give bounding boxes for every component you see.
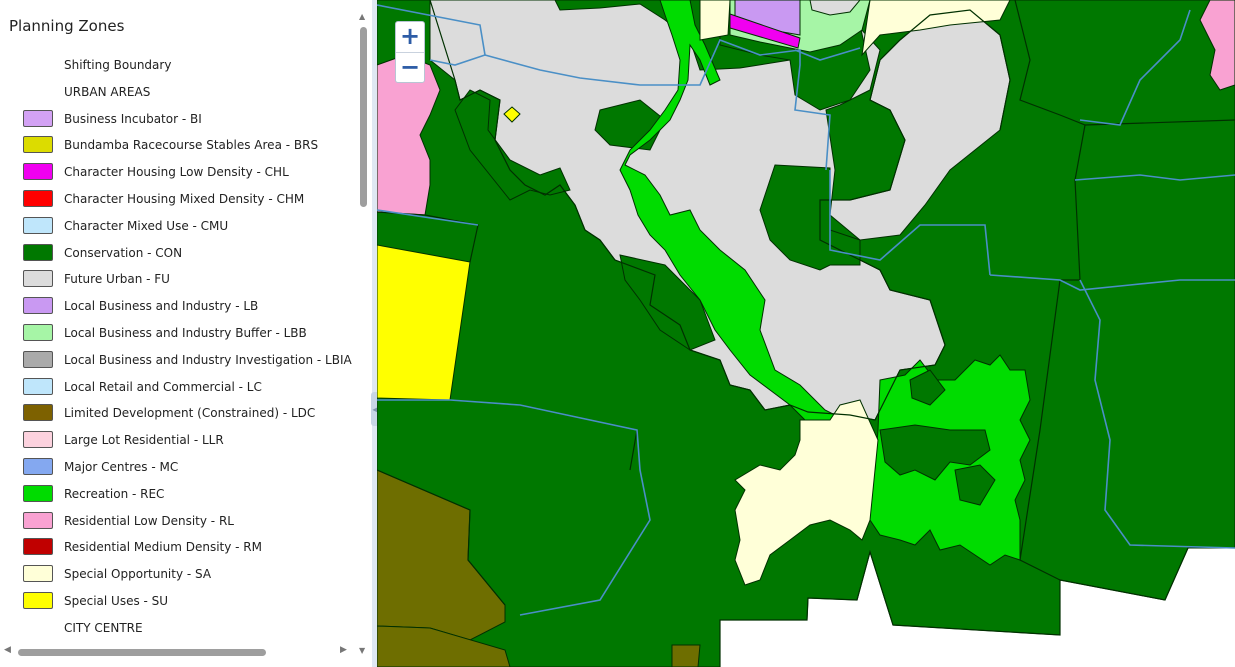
legend-item: Character Housing Mixed Density - CHM	[0, 186, 358, 213]
legend-item-label: Conservation - CON	[64, 245, 183, 260]
zoom-out-button[interactable]: −	[396, 53, 424, 83]
legend-item-label: Special Opportunity - SA	[64, 567, 212, 582]
legend-item: Business Incubator - BI	[0, 106, 358, 133]
legend-swatch	[23, 538, 53, 556]
legend-panel: Planning Zones Shifting Boundary URBAN AR…	[0, 0, 372, 667]
legend-swatch	[23, 484, 53, 502]
horizontal-scrollbar[interactable]: ◀ ▶	[0, 645, 358, 659]
zoom-control: + −	[395, 21, 425, 83]
legend-swatch	[23, 565, 53, 583]
legend-item-label: Character Mixed Use - CMU	[64, 218, 229, 233]
legend-item-label: Business Incubator - BI	[64, 111, 202, 126]
legend-swatch	[23, 457, 53, 475]
legend-item-label: Character Housing Mixed Density - CHM	[64, 191, 305, 206]
legend-item-label: Major Centres - MC	[64, 459, 179, 474]
legend-item: Shifting Boundary	[0, 52, 358, 79]
legend-item: Character Housing Low Density - CHL	[0, 159, 358, 186]
horizontal-scroll-thumb[interactable]	[18, 649, 266, 656]
scroll-right-icon[interactable]: ▶	[340, 645, 347, 655]
legend-swatch	[23, 591, 53, 609]
scroll-down-icon[interactable]: ▼	[359, 646, 365, 655]
legend-swatch	[23, 404, 53, 422]
legend-item-label: Shifting Boundary	[64, 58, 172, 72]
legend-item-label: Limited Development (Constrained) - LDC	[64, 406, 316, 421]
legend-item: Limited Development (Constrained) - LDC	[0, 400, 358, 427]
legend-swatch	[23, 136, 53, 154]
legend-swatch	[23, 511, 53, 529]
legend-item: Future Urban - FU	[0, 266, 358, 293]
vertical-scrollbar[interactable]: ▲ ▼	[359, 12, 367, 655]
legend-item: Major Centres - MC	[0, 454, 358, 481]
legend-item: Residential Low Density - RL	[0, 508, 358, 535]
legend-item-label: Future Urban - FU	[64, 272, 170, 287]
legend-item: Residential Medium Density - RM	[0, 534, 358, 561]
legend-swatch	[23, 109, 53, 127]
legend-item-label: Local Business and Industry Buffer - LBB	[64, 325, 307, 340]
legend-swatch	[23, 350, 53, 368]
legend-item: Special Opportunity - SA	[0, 561, 358, 588]
legend-item-label: Residential Low Density - RL	[64, 513, 234, 528]
legend-swatch	[23, 189, 53, 207]
legend-item-label: Local Business and Industry Investigatio…	[64, 352, 352, 367]
legend-swatch	[23, 216, 53, 234]
legend-item: Local Business and Industry Investigatio…	[0, 347, 358, 374]
legend-item-label: Character Housing Low Density - CHL	[64, 165, 289, 180]
legend-item: Recreation - REC	[0, 481, 358, 508]
scroll-up-icon[interactable]: ▲	[359, 12, 365, 21]
legend-swatch	[23, 431, 53, 449]
legend-item: Local Business and Industry Buffer - LBB	[0, 320, 358, 347]
legend-item: Local Business and Industry - LB	[0, 293, 358, 320]
legend-item-label: Recreation - REC	[64, 486, 165, 501]
legend-swatch	[23, 163, 53, 181]
legend-list: Shifting Boundary URBAN AREAS Business Inc…	[0, 52, 358, 642]
legend-item: Local Retail and Commercial - LC	[0, 374, 358, 401]
legend-item: Conservation - CON	[0, 240, 358, 267]
legend-title: Planning Zones	[9, 17, 125, 35]
zone-polygon	[671, 644, 701, 667]
zoom-in-button[interactable]: +	[396, 22, 424, 53]
legend-item: CITY CENTRE	[0, 615, 358, 642]
legend-item-label: CITY CENTRE	[64, 620, 143, 635]
legend-swatch	[23, 377, 53, 395]
vertical-scroll-thumb[interactable]	[360, 27, 367, 207]
legend-swatch	[23, 270, 53, 288]
legend-item-label: Residential Medium Density - RM	[64, 540, 262, 555]
legend-item-label: Large Lot Residential - LLR	[64, 433, 224, 448]
legend-item-label: Bundamba Racecourse Stables Area - BRS	[64, 138, 319, 153]
scroll-left-icon[interactable]: ◀	[4, 645, 11, 655]
legend-item: Character Mixed Use - CMU	[0, 213, 358, 240]
map-canvas[interactable]: + −	[377, 0, 1235, 667]
legend-item-label: Local Retail and Commercial - LC	[64, 379, 262, 394]
legend-item: Large Lot Residential - LLR	[0, 427, 358, 454]
legend-item: URBAN AREAS	[0, 79, 358, 106]
legend-item: Special Uses - SU	[0, 588, 358, 615]
legend-swatch	[23, 323, 53, 341]
legend-swatch	[23, 243, 53, 261]
zone-polygon	[699, 0, 731, 41]
legend-item-label: Special Uses - SU	[64, 593, 169, 608]
legend-swatch	[23, 297, 53, 315]
legend-item-label: Local Business and Industry - LB	[64, 299, 259, 314]
legend-item: Bundamba Racecourse Stables Area - BRS	[0, 132, 358, 159]
legend-item-label: URBAN AREAS	[64, 84, 151, 99]
zoning-map[interactable]	[377, 0, 1235, 667]
